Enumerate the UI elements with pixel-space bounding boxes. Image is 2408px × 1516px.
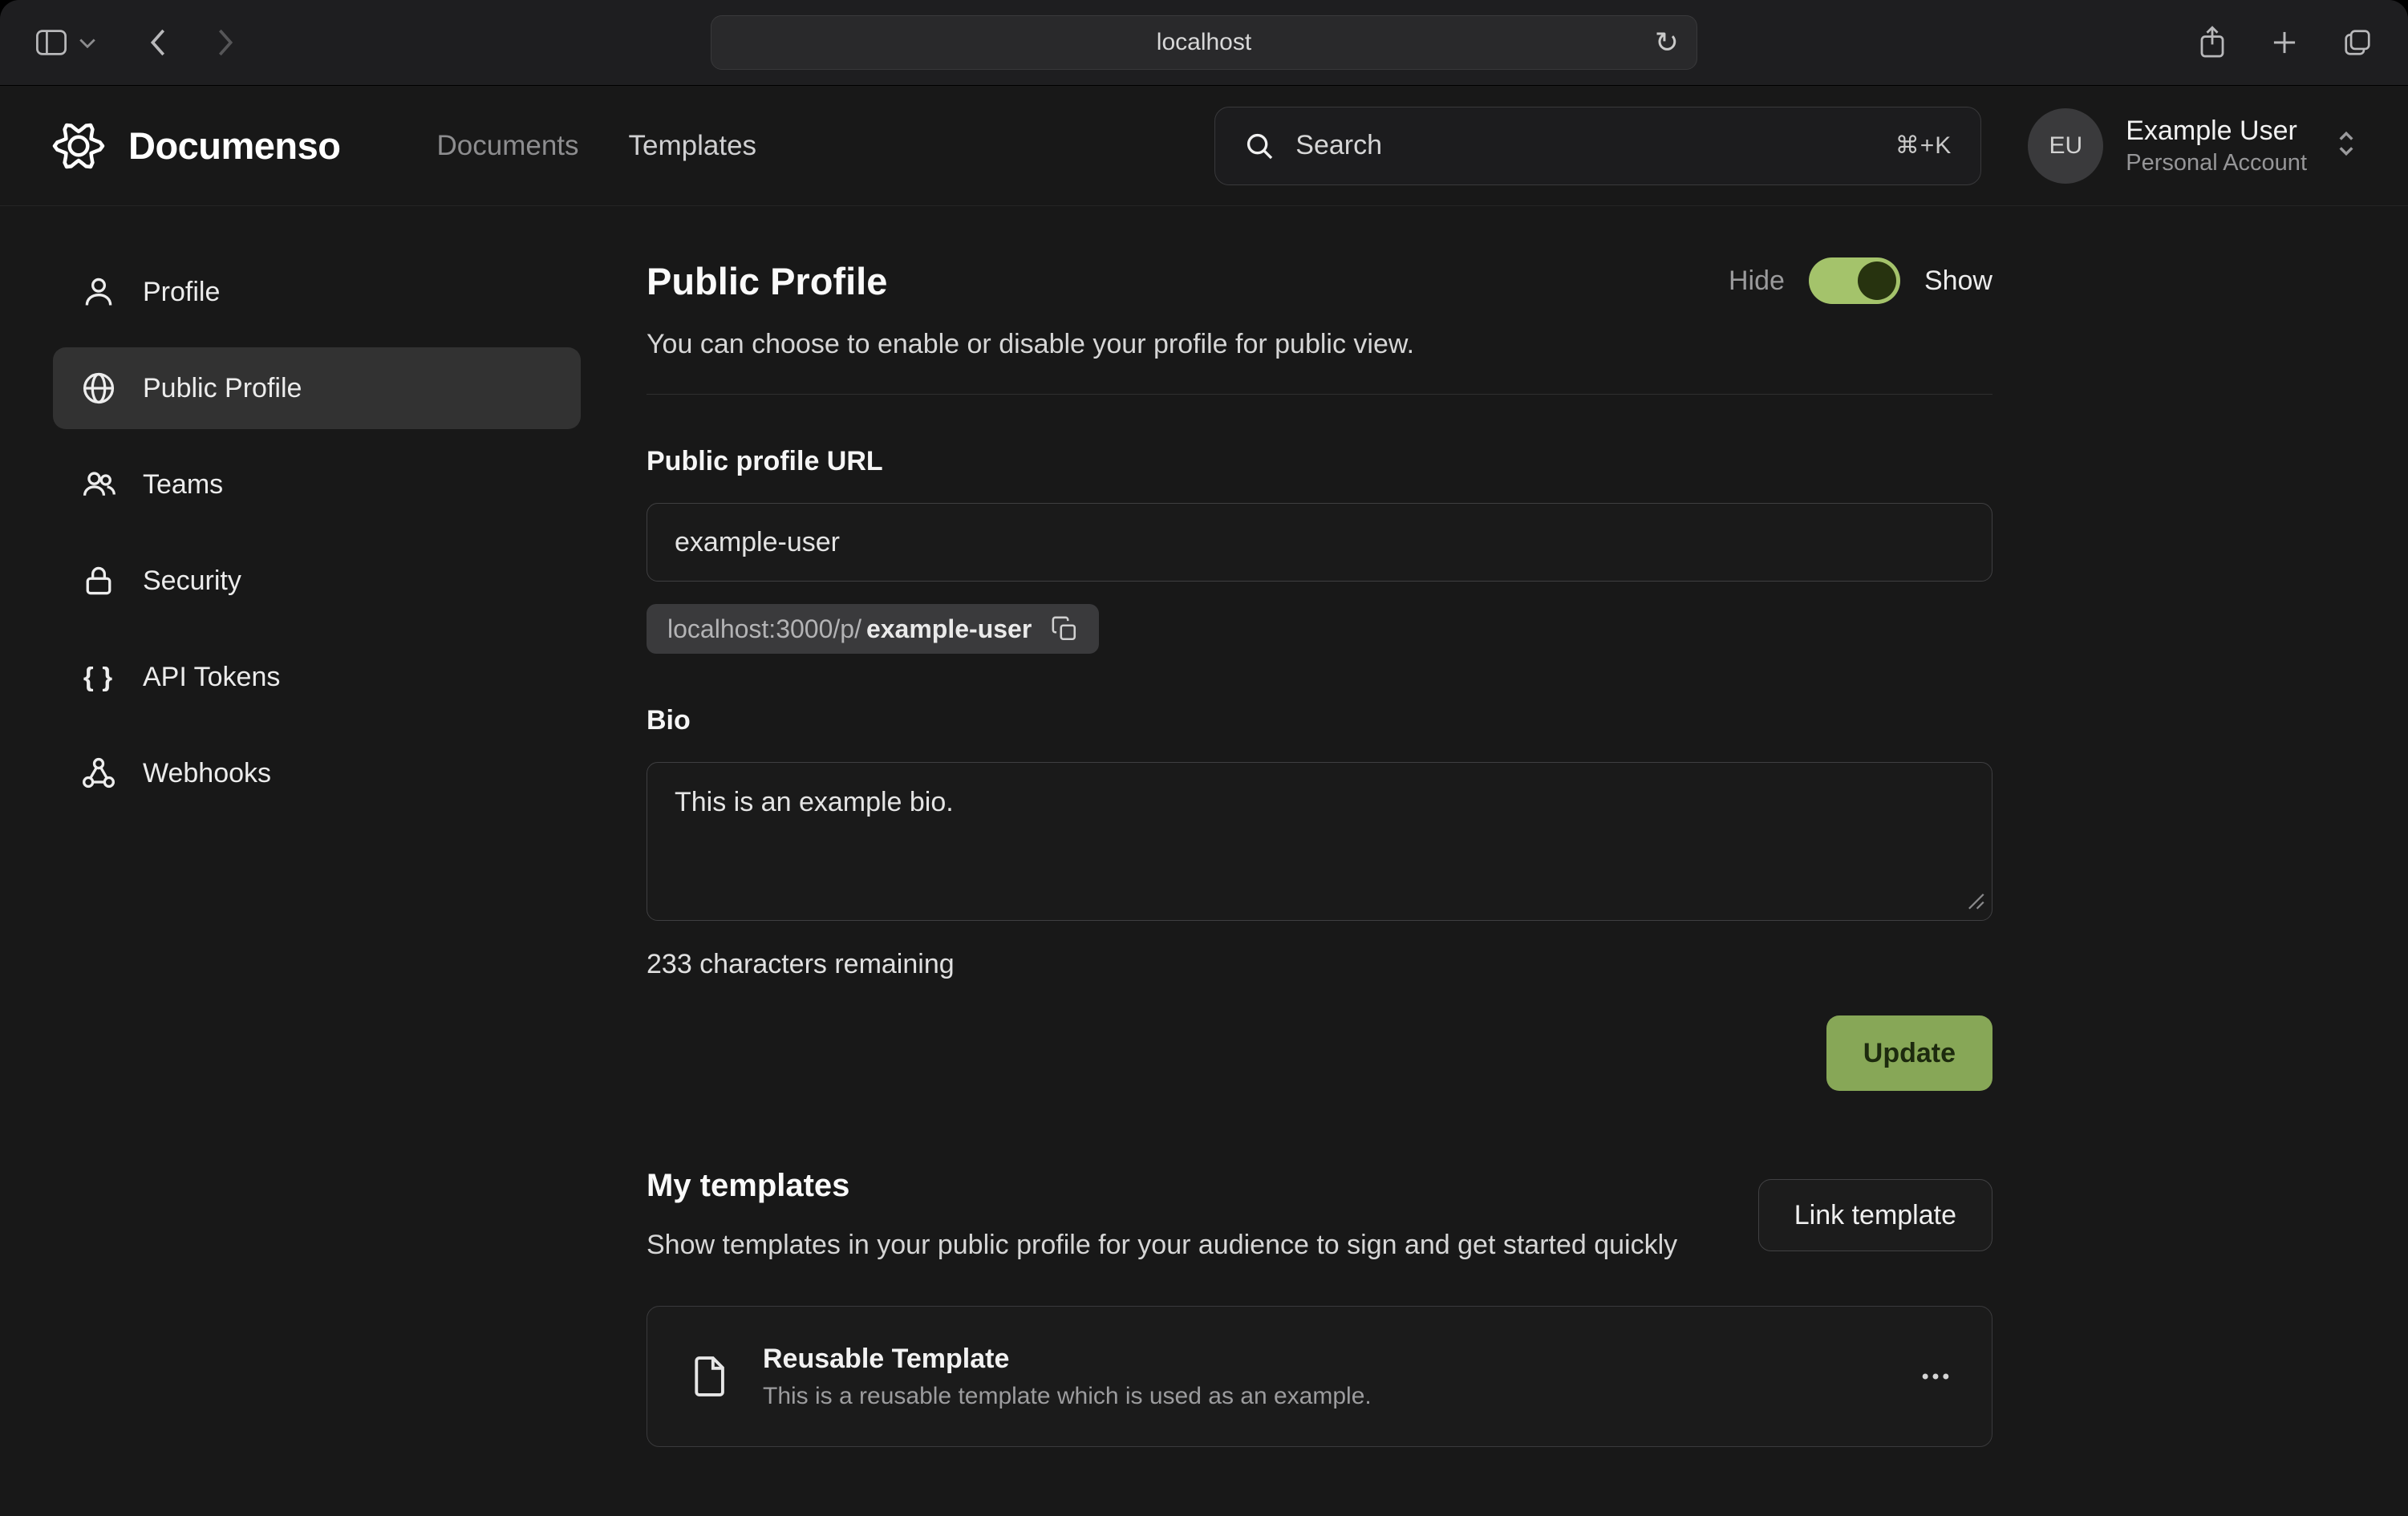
toggle-knob xyxy=(1858,261,1896,300)
settings-sidebar: Profile Public Profile Teams Security xyxy=(0,206,647,1516)
search-input[interactable] xyxy=(1295,130,1874,161)
avatar: EU xyxy=(2028,108,2103,184)
sidebar-item-webhooks[interactable]: Webhooks xyxy=(53,732,581,814)
person-icon xyxy=(80,274,117,310)
sidebar-item-label: Teams xyxy=(143,469,223,501)
reload-icon[interactable]: ↻ xyxy=(1655,28,1679,57)
my-templates-title: My templates xyxy=(647,1168,1677,1204)
app-header: Documenso Documents Templates ⌘+K EU Exa… xyxy=(0,86,2408,206)
user-account-type: Personal Account xyxy=(2126,150,2307,176)
sidebar-item-label: Security xyxy=(143,565,241,597)
browser-toolbar: localhost ↻ xyxy=(0,0,2408,86)
page-title: Public Profile xyxy=(647,259,887,303)
brand[interactable]: Documenso xyxy=(50,117,341,175)
teams-icon xyxy=(80,467,117,502)
forward-icon[interactable] xyxy=(215,26,236,59)
search-icon xyxy=(1244,131,1275,161)
sidebar-item-public-profile[interactable]: Public Profile xyxy=(53,347,581,429)
chevron-down-icon[interactable] xyxy=(79,37,96,48)
template-menu-icon[interactable] xyxy=(1918,1359,1953,1394)
brand-name: Documenso xyxy=(128,124,341,168)
my-templates-description: Show templates in your public profile fo… xyxy=(647,1225,1677,1266)
search-bar[interactable]: ⌘+K xyxy=(1214,107,1981,185)
copy-icon xyxy=(1051,615,1078,642)
public-profile-url-input[interactable] xyxy=(647,503,1992,582)
section-divider xyxy=(647,394,1992,395)
tab-overview-icon[interactable] xyxy=(2342,27,2373,58)
bio-field-label: Bio xyxy=(647,705,1992,736)
sidebar-item-label: Public Profile xyxy=(143,373,302,404)
profile-visibility-toggle-group: Hide Show xyxy=(1729,257,1992,304)
link-template-button[interactable]: Link template xyxy=(1758,1179,1992,1251)
back-icon[interactable] xyxy=(148,26,168,59)
page-subtitle: You can choose to enable or disable your… xyxy=(647,326,1992,362)
toggle-hide-label: Hide xyxy=(1729,266,1785,297)
sidebar-item-profile[interactable]: Profile xyxy=(53,251,581,333)
profile-url-copy-pill[interactable]: localhost:3000/p/example-user xyxy=(647,604,1099,654)
chevron-up-down-icon xyxy=(2334,128,2358,164)
share-icon[interactable] xyxy=(2198,25,2227,60)
webhook-icon xyxy=(80,756,117,791)
search-shortcut: ⌘+K xyxy=(1895,132,1952,160)
nav-documents[interactable]: Documents xyxy=(437,130,579,162)
address-bar[interactable]: localhost ↻ xyxy=(711,15,1697,70)
profile-visibility-toggle[interactable] xyxy=(1809,257,1900,304)
toggle-show-label: Show xyxy=(1924,266,1992,297)
user-menu[interactable]: EU Example User Personal Account xyxy=(2028,108,2358,184)
template-card[interactable]: Reusable Template This is a reusable tem… xyxy=(647,1306,1992,1447)
app-window: localhost ↻ Documenso Documents Tem xyxy=(0,0,2408,1516)
template-name: Reusable Template xyxy=(763,1344,1372,1375)
globe-icon xyxy=(80,371,117,406)
user-name: Example User xyxy=(2126,116,2307,147)
nav-templates[interactable]: Templates xyxy=(629,130,757,162)
sidebar-toggle-icon[interactable] xyxy=(35,30,67,55)
profile-url-slug: example-user xyxy=(866,614,1032,644)
template-description: This is a reusable template which is use… xyxy=(763,1383,1372,1410)
documenso-logo-icon xyxy=(50,117,107,175)
bio-textarea[interactable]: This is an example bio. xyxy=(647,762,1992,921)
file-icon xyxy=(686,1353,732,1400)
new-tab-icon[interactable] xyxy=(2270,28,2299,57)
profile-url-prefix: localhost:3000/p/ xyxy=(667,614,861,644)
public-profile-content: Public Profile Hide Show You can choose … xyxy=(647,206,1992,1516)
sidebar-item-label: Webhooks xyxy=(143,758,271,789)
sidebar-item-teams[interactable]: Teams xyxy=(53,444,581,525)
braces-icon: { } xyxy=(80,662,117,692)
sidebar-item-security[interactable]: Security xyxy=(53,540,581,622)
sidebar-item-api-tokens[interactable]: { } API Tokens xyxy=(53,636,581,718)
sidebar-item-label: Profile xyxy=(143,277,220,308)
address-bar-url: localhost xyxy=(1157,29,1251,56)
top-nav: Documents Templates xyxy=(437,130,757,162)
url-field-label: Public profile URL xyxy=(647,446,1992,477)
main-layout: Profile Public Profile Teams Security xyxy=(0,206,2408,1516)
lock-icon xyxy=(80,563,117,598)
update-button[interactable]: Update xyxy=(1826,1015,1992,1091)
characters-remaining: 233 characters remaining xyxy=(647,949,1992,980)
sidebar-item-label: API Tokens xyxy=(143,662,280,693)
